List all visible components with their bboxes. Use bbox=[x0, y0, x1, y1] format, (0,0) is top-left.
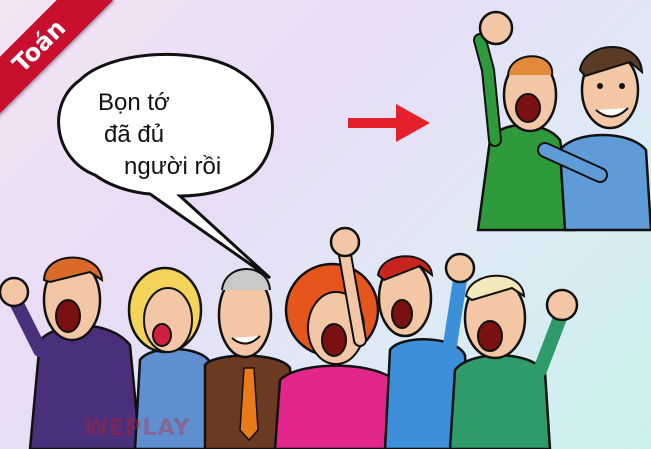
cheering-man-green bbox=[473, 10, 577, 232]
red-arrow-icon bbox=[348, 104, 430, 142]
speech-line-1: Bọn tớ bbox=[98, 89, 170, 116]
man-teal-shirt bbox=[448, 274, 579, 449]
watermark-logo: WEPLAY bbox=[84, 416, 191, 441]
comic-illustration bbox=[0, 10, 651, 449]
speech-line-2: đã đủ bbox=[104, 121, 165, 148]
comic-scene: Toán Bọn tớ đã đủ người rồi WEPLAY bbox=[0, 0, 651, 449]
speech-line-3: người rồi bbox=[124, 153, 222, 180]
